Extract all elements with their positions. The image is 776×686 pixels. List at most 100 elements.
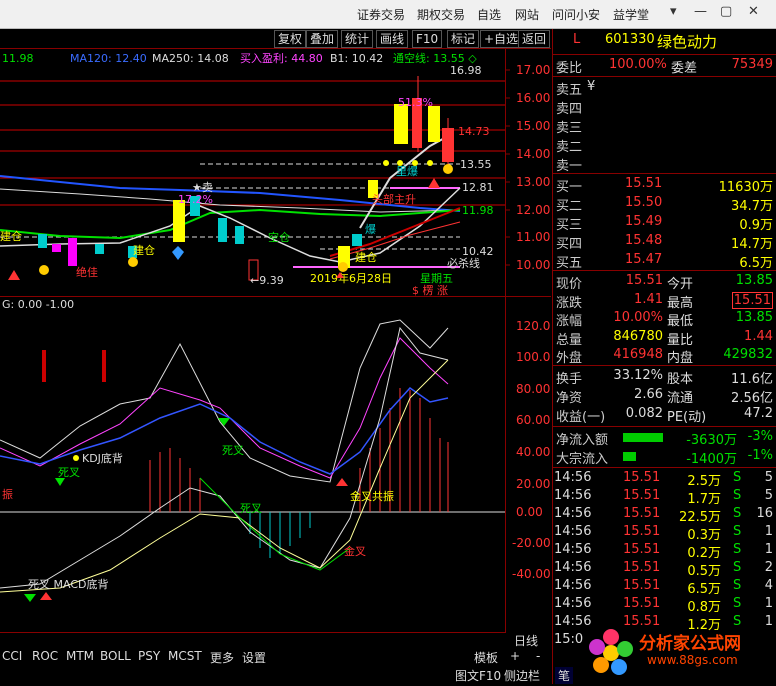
draw-line-button[interactable]: 画线 (376, 30, 409, 48)
tick-row[interactable]: 14:56 15.51 1.7万 S 5 (553, 488, 776, 507)
kline-chart-area[interactable]: 17.00 16.00 15.00 14.00 13.00 12.00 11.0… (0, 48, 551, 647)
quote-label: 最高 (667, 295, 694, 311)
tick-row[interactable]: 14:56 15.51 0.3万 S 1 (553, 524, 776, 543)
divider (553, 467, 776, 468)
flower-logo-icon (589, 629, 633, 675)
watermark-logo: 分析家公式网 www.88gs.com (581, 623, 776, 683)
tab-settings[interactable]: 设置 (242, 649, 266, 666)
f10-button[interactable]: F10 (412, 30, 443, 48)
sell-label: 卖二 (556, 140, 583, 155)
tick-row[interactable]: 14:56 15.51 0.5万 S 2 (553, 560, 776, 579)
weibi-row: 委比 100.00% 委差 75349 (553, 57, 776, 76)
tab-mcst[interactable]: MCST (168, 649, 202, 663)
buy-profit-label: 买入盈利: 44.80 (240, 52, 323, 65)
osc-axis: 120.0 100.0 80.00 60.00 40.00 20.00 0.00… (512, 319, 551, 581)
quote-label: 现价 (556, 277, 583, 292)
tick-side: S (733, 506, 742, 521)
flow-label: 净流入额 (556, 433, 609, 448)
menu-watchlist[interactable]: 自选 (477, 6, 501, 23)
menu-options-trading[interactable]: 期权交易 (417, 6, 465, 23)
stat-value: 47.2 (744, 406, 773, 421)
back-button[interactable]: 返回 (518, 30, 551, 48)
weibi-value: 100.00% (609, 57, 667, 72)
osc-label-kdj: KDJ底背 (82, 451, 123, 465)
tick-price: 15.51 (623, 524, 661, 539)
zoom-out-button[interactable]: - (536, 649, 540, 663)
flow-row: 大宗流入 -1400万 -1% (553, 448, 776, 467)
menu-ask-xiaoan[interactable]: 问问小安 (552, 6, 600, 23)
zoom-in-button[interactable]: + (510, 649, 520, 663)
divider (553, 54, 776, 55)
quote-value: 846780 (613, 328, 663, 344)
candle (95, 244, 104, 254)
tick-time: 14:56 (554, 524, 592, 539)
annotation-bao: 爆 (365, 222, 376, 236)
tick-time: 14:56 (554, 488, 592, 503)
maximize-icon[interactable]: ▢ (720, 4, 732, 19)
money-bag-icon (338, 262, 348, 272)
annotation-date: 2019年6月28日 (310, 271, 392, 285)
tick-price: 15.51 (623, 542, 661, 557)
tick-row[interactable]: 14:56 15.51 22.5万 S 16 (553, 506, 776, 525)
sidebar-button[interactable]: 侧边栏 (504, 667, 540, 684)
restore-rights-button[interactable]: 复权 (274, 30, 307, 48)
tick-time: 14:56 (554, 578, 592, 593)
tick-row[interactable]: 14:56 15.51 2.5万 S 5 (553, 470, 776, 489)
close-icon[interactable]: ✕ (748, 4, 759, 19)
ma-partial: 11.98 (2, 52, 34, 65)
market-marker: L (573, 32, 581, 47)
svg-text:-20.00: -20.00 (512, 536, 551, 550)
svg-text:-40.00: -40.00 (512, 567, 551, 581)
svg-text:120.0: 120.0 (516, 319, 550, 333)
tab-roc[interactable]: ROC (32, 649, 58, 663)
tab-psy[interactable]: PSY (138, 649, 160, 663)
menu-securities-trading[interactable]: 证券交易 (357, 6, 405, 23)
tick-row[interactable]: 14:56 15.51 6.5万 S 4 (553, 578, 776, 597)
stat-label: PE(动) (667, 410, 707, 425)
red-signal-bars (42, 350, 106, 382)
up-triangle-icon (428, 178, 440, 188)
minimize-icon[interactable]: — (694, 4, 707, 19)
pen-button[interactable]: 笔 (555, 667, 574, 684)
tab-more[interactable]: 更多 (210, 649, 234, 666)
dropdown-icon[interactable]: ▾ (670, 4, 677, 19)
svg-text:60.00: 60.00 (516, 413, 550, 427)
stat-row: 换手 33.12% 股本 11.6亿 (553, 368, 776, 387)
tab-cci[interactable]: CCI (2, 649, 22, 663)
candle (218, 218, 227, 242)
period-label[interactable]: 日线 (514, 632, 538, 649)
tab-boll[interactable]: BOLL (100, 649, 131, 663)
chart-svg[interactable]: 17.00 16.00 15.00 14.00 13.00 12.00 11.0… (0, 48, 551, 647)
stock-name: 绿色动力 (657, 33, 718, 51)
menu-yixuetang[interactable]: 益学堂 (613, 6, 649, 23)
osc-label-jincha: 金叉 (344, 544, 366, 558)
buy-price: 15.47 (625, 252, 663, 267)
price-tag: 13.55 (460, 158, 492, 171)
kdj-d-line (0, 387, 449, 475)
mark-button[interactable]: 标记 (447, 30, 480, 48)
annotation-juejia: 绝佳 (76, 265, 98, 279)
quote-value: 1.41 (634, 291, 663, 307)
bottom-bar: 日线 CCI ROC MTM BOLL PSY MCST 更多 设置 模板 + … (0, 633, 551, 684)
template-button[interactable]: 模板 (474, 649, 498, 666)
price-tag: 12.81 (462, 181, 494, 194)
menu-website[interactable]: 网站 (515, 6, 539, 23)
quote-row: 涨跌 1.41 最高 15.51 (553, 291, 776, 311)
tick-count: 2 (764, 560, 773, 575)
tick-row[interactable]: 14:56 15.51 0.2万 S 1 (553, 542, 776, 561)
stat-label: 换手 (556, 372, 583, 387)
statistics-button[interactable]: 统计 (341, 30, 374, 48)
add-watchlist-button[interactable]: +自选 (480, 30, 523, 48)
buy-price: 15.48 (625, 233, 663, 248)
stock-code: 601330 (605, 32, 655, 47)
flow-label: 大宗流入 (556, 452, 609, 467)
tick-row[interactable]: 14:56 15.51 0.8万 S 1 (553, 596, 776, 615)
price-tick: 14.00 (516, 147, 550, 161)
f10-text-button[interactable]: 图文F10 (455, 667, 501, 684)
quote-value: 1.44 (744, 328, 773, 344)
stat-row: 收益(一) 0.082 PE(动) 47.2 (553, 406, 776, 425)
overlay-button[interactable]: 叠加 (306, 30, 339, 48)
candle (173, 200, 185, 242)
tab-mtm[interactable]: MTM (66, 649, 94, 663)
up-triangle-icon (8, 270, 20, 280)
